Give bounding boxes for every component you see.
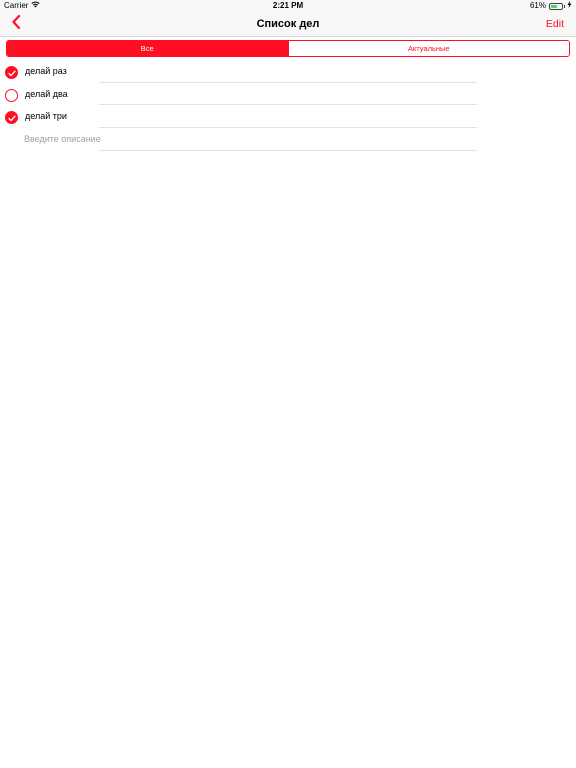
segment-all[interactable]: Все	[7, 41, 288, 56]
battery-percent: 61%	[529, 1, 546, 10]
page-title: Список дел	[256, 18, 320, 30]
charging-icon	[567, 0, 572, 12]
new-task-row	[0, 128, 576, 151]
battery-tip	[564, 4, 565, 8]
edit-button[interactable]: Edit	[546, 12, 564, 36]
checkmark-icon	[7, 109, 16, 127]
task-row[interactable]: делай два	[0, 83, 576, 105]
task-row[interactable]: делай раз	[0, 60, 576, 83]
task-row[interactable]: делай три	[0, 105, 576, 128]
task-list: делай раз делай два делай три	[0, 60, 576, 151]
navigation-bar: Список дел Edit	[0, 12, 576, 37]
checkmark-icon	[7, 64, 16, 82]
battery-icon	[549, 2, 563, 10]
task-title: делай раз	[25, 66, 67, 76]
checkbox-unchecked[interactable]	[5, 88, 18, 102]
status-time: 2:21 PM	[272, 1, 304, 10]
status-right: 61%	[530, 0, 572, 12]
checkbox-checked[interactable]	[5, 111, 18, 124]
filter-segmented-control: Все Актуальные	[6, 40, 570, 57]
battery-fill	[551, 4, 557, 8]
checkbox-checked[interactable]	[5, 66, 18, 79]
task-title: делай три	[25, 111, 67, 121]
description-input[interactable]	[24, 132, 474, 146]
task-title: делай два	[25, 88, 68, 99]
status-bar: Carrier 2:21 PM 61%	[0, 0, 576, 12]
segment-current[interactable]: Актуальные	[287, 41, 569, 56]
row-separator	[99, 149, 477, 151]
